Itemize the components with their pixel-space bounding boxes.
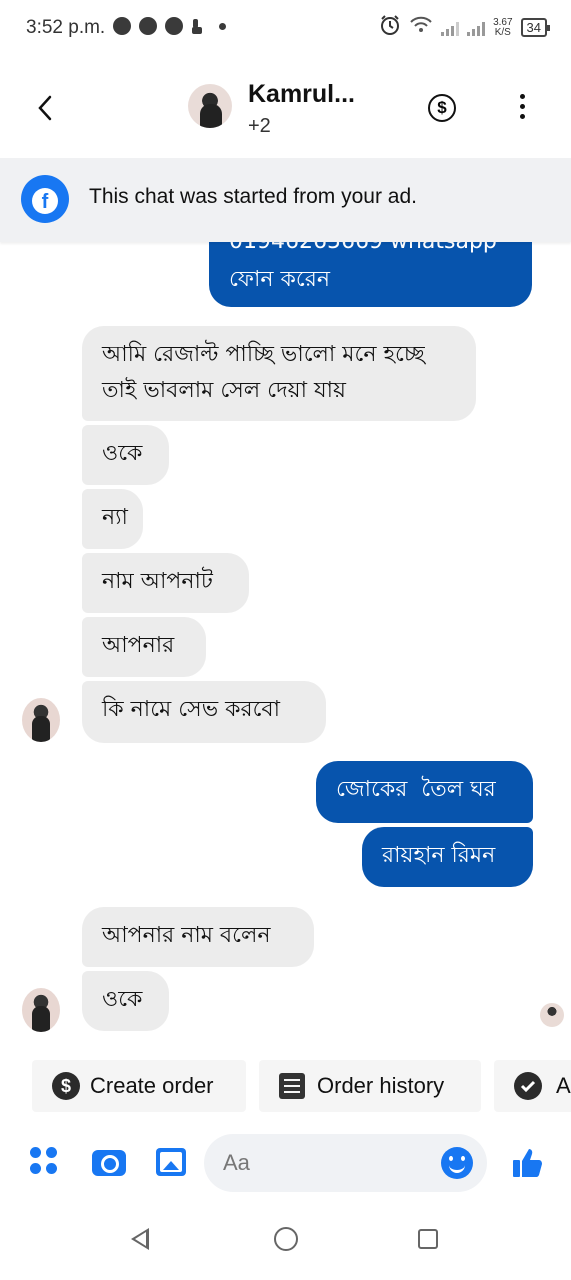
wifi-icon	[409, 15, 433, 40]
alarm-icon	[379, 14, 401, 41]
dollar-icon: $	[52, 1072, 80, 1100]
sender-avatar[interactable]	[22, 698, 60, 742]
emoji-icon[interactable]	[441, 1147, 473, 1179]
message-text: ওকে	[102, 987, 143, 1012]
system-status: 3.67 K/S 34	[379, 14, 551, 41]
third-action-label: A	[556, 1073, 571, 1098]
sender-avatar[interactable]	[22, 988, 60, 1032]
nav-recents-icon[interactable]	[418, 1229, 438, 1249]
message-text: নাম আপনাট	[102, 569, 213, 594]
message-bubble-incoming[interactable]: আমি রেজাল্ট পাচ্ছি ভালো মনে হচ্ছে তাই ভা…	[82, 326, 476, 421]
network-speed-value: 3.67	[493, 16, 513, 28]
checkmark-icon	[514, 1072, 542, 1100]
message-input-placeholder: Aa	[223, 1150, 250, 1175]
message-bubble-incoming[interactable]: আপনার	[82, 617, 206, 677]
payment-button[interactable]: $	[428, 94, 456, 122]
network-speed: 3.67 K/S	[493, 16, 513, 38]
message-bubble-incoming[interactable]: আপনার নাম বলেন	[82, 907, 314, 967]
message-bubble-incoming[interactable]: ওকে	[82, 425, 169, 485]
chat-header: Kamrul... +2 $	[0, 58, 571, 158]
more-dot-icon	[519, 104, 525, 109]
battery-indicator: 34	[520, 18, 551, 37]
order-history-label: Order history	[317, 1073, 445, 1098]
message-text: আপনার নাম বলেন	[102, 923, 271, 948]
message-text: রায়হান রিমন	[382, 843, 496, 868]
chevron-left-icon	[38, 95, 52, 121]
contact-name[interactable]: Kamrul...	[248, 80, 355, 109]
facebook-icon: f	[21, 175, 69, 223]
message-bubble-incoming[interactable]: কি নামে সেভ করবো	[82, 681, 326, 743]
message-bubble-incoming[interactable]: ওকে	[82, 971, 169, 1031]
create-order-label: Create order	[90, 1073, 214, 1098]
message-text: ফোন করেন	[229, 267, 330, 292]
ad-origin-banner: f This chat was started from your ad.	[0, 158, 571, 242]
message-composer: Aa	[0, 1130, 571, 1196]
system-navigation-bar	[0, 1196, 571, 1280]
nav-home-icon[interactable]	[274, 1227, 298, 1251]
list-icon	[279, 1073, 305, 1099]
message-input[interactable]: Aa	[204, 1134, 487, 1192]
more-notifications-dot-icon	[219, 22, 226, 30]
status-time: 3:52 p.m.	[26, 17, 106, 38]
contact-avatar[interactable]	[188, 84, 232, 128]
message-bubble-incoming[interactable]: নাম আপনাট	[82, 553, 249, 613]
status-bar: 3:52 p.m. 3.67 K/S 34	[0, 0, 571, 58]
back-button[interactable]	[32, 94, 60, 122]
message-text: আমি রেজাল্ট পাচ্ছি ভালো মনে হচ্ছে তাই ভা…	[102, 342, 425, 403]
thumbs-up-icon[interactable]	[511, 1146, 545, 1180]
more-dot-icon	[519, 114, 525, 119]
messenger-notification-icon-2	[139, 17, 157, 35]
third-action-button[interactable]: A	[494, 1060, 571, 1112]
message-text: আপনার	[102, 633, 175, 658]
message-text: ওকে	[102, 441, 143, 466]
more-dot-icon	[519, 94, 525, 99]
message-bubble-outgoing[interactable]: রায়হান রিমন	[362, 827, 533, 887]
messenger-notification-icon-3	[165, 17, 183, 35]
message-text: কি নামে সেভ করবো	[102, 697, 281, 722]
more-options-button[interactable]	[512, 94, 532, 122]
nav-back-icon[interactable]	[131, 1228, 149, 1250]
signal-2-icon	[467, 20, 486, 36]
signal-1-icon	[441, 20, 460, 36]
camera-icon[interactable]	[92, 1150, 126, 1176]
network-speed-unit: K/S	[494, 26, 511, 38]
message-text: ন্যা	[102, 505, 128, 530]
notification-icons	[113, 17, 226, 35]
participants-count: +2	[248, 115, 271, 137]
ad-origin-text: This chat was started from your ad.	[89, 185, 417, 208]
message-bubble-outgoing[interactable]: জোকের তৈল ঘর	[316, 761, 533, 823]
apps-menu-icon[interactable]	[30, 1147, 60, 1177]
message-text: জোকের তৈল ঘর	[336, 777, 496, 802]
gallery-icon[interactable]	[156, 1148, 186, 1176]
read-receipt-avatar	[540, 1003, 564, 1027]
messenger-notification-icon	[113, 17, 131, 35]
order-history-button[interactable]: Order history	[259, 1060, 481, 1112]
create-order-button[interactable]: $ Create order	[32, 1060, 246, 1112]
quick-actions-row: $ Create order Order history A	[0, 1060, 571, 1114]
notification-hand-icon	[191, 17, 203, 35]
message-bubble-incoming[interactable]: ন্যা	[82, 489, 143, 549]
